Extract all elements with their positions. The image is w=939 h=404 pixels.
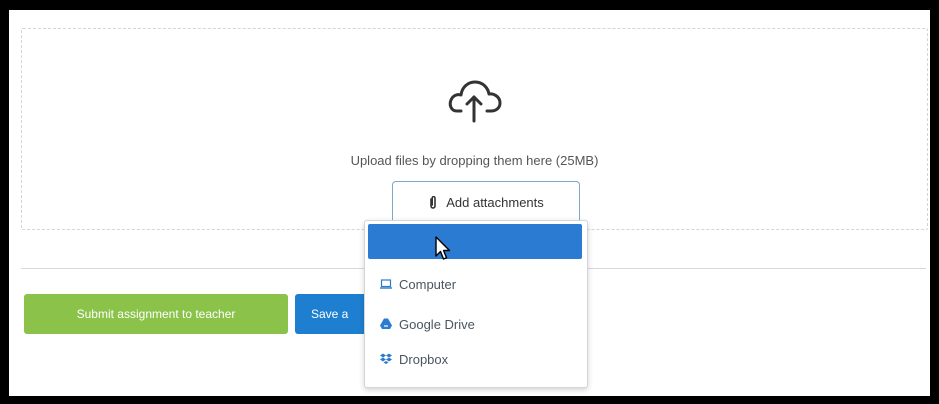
assignment-upload-panel: Upload files by dropping them here (25MB… xyxy=(9,10,930,396)
cloud-upload-icon xyxy=(448,80,502,123)
google-drive-icon xyxy=(380,318,392,329)
attachment-source-menu: Computer Google Drive Dropbox xyxy=(364,220,588,388)
menu-item-google-drive-label: Google Drive xyxy=(399,316,475,332)
dropbox-icon xyxy=(380,353,392,364)
menu-item-computer-label: Computer xyxy=(399,276,457,292)
screenshot-frame: Upload files by dropping them here (25MB… xyxy=(0,0,939,404)
add-attachments-button[interactable]: Add attachments xyxy=(392,181,580,224)
menu-highlighted-item[interactable] xyxy=(368,224,582,259)
menu-item-dropbox[interactable]: Dropbox xyxy=(379,348,448,370)
laptop-icon xyxy=(380,279,392,289)
upload-instructions: Upload files by dropping them here (25MB… xyxy=(350,153,599,168)
menu-item-computer[interactable]: Computer xyxy=(379,273,456,295)
submit-assignment-label: Submit assignment to teacher xyxy=(76,307,236,321)
menu-item-dropbox-label: Dropbox xyxy=(399,351,449,367)
save-button-label: Save a xyxy=(311,307,349,321)
file-drop-zone[interactable]: Upload files by dropping them here (25MB… xyxy=(21,28,928,230)
paperclip-icon xyxy=(430,195,437,209)
add-attachments-label: Add attachments xyxy=(446,195,544,210)
submit-assignment-button[interactable]: Submit assignment to teacher xyxy=(24,294,288,334)
mouse-pointer-icon xyxy=(435,236,451,260)
menu-item-google-drive[interactable]: Google Drive xyxy=(379,313,475,335)
